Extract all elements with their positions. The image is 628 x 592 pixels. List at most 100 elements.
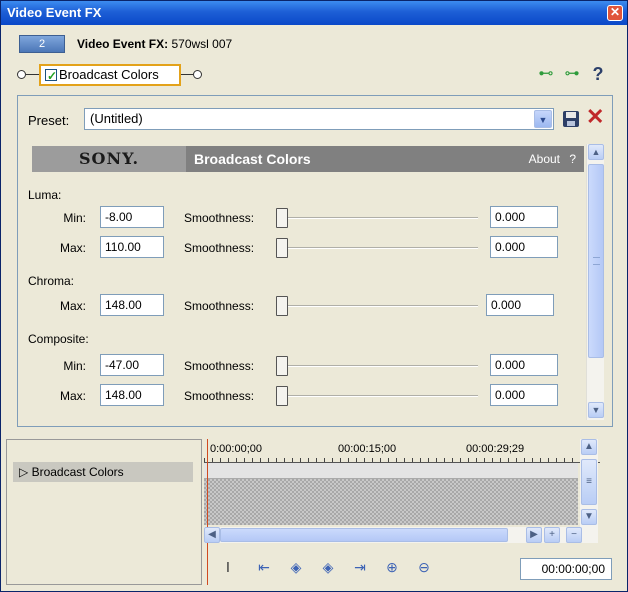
smoothness-slider-track[interactable]	[278, 247, 478, 249]
chain-start-node	[17, 70, 26, 79]
delete-keyframe-icon[interactable]: ⊖	[414, 557, 434, 577]
keyframe-empty-area[interactable]	[204, 479, 578, 525]
fx-header-value: 570wsl 007	[171, 37, 233, 51]
timeline-vertical-scrollbar[interactable]: ▲ ≡ ▼	[580, 439, 598, 527]
event-badge[interactable]: 2	[19, 35, 65, 53]
chroma-max-input[interactable]: 148.00	[100, 294, 164, 316]
plugin-name: Broadcast Colors	[194, 151, 311, 167]
remove-plugin-icon[interactable]: ⊶	[561, 63, 583, 85]
chain-end-node	[193, 70, 202, 79]
fx-header-label: Video Event FX: 570wsl 007	[77, 37, 232, 51]
smoothness-slider-thumb[interactable]	[276, 238, 288, 258]
smoothness-slider-track[interactable]	[278, 217, 478, 219]
plugin-enabled-checkbox[interactable]	[45, 67, 57, 85]
save-preset-icon[interactable]	[562, 110, 580, 128]
add-keyframe-icon[interactable]: ⊕	[382, 557, 402, 577]
group-label-luma: Luma:	[28, 188, 62, 202]
next-keyframe-icon[interactable]: ◈	[318, 557, 338, 577]
param-label: Min:	[63, 211, 86, 225]
group-label-chroma: Chroma:	[28, 274, 75, 288]
chain-plugin-button[interactable]: Broadcast Colors	[39, 64, 181, 86]
param-label: Max:	[59, 241, 86, 255]
scroll-thumb[interactable]	[588, 164, 604, 358]
timeline-ruler[interactable]: 0:00:00;00 00:00:15;00 00:00:29;29	[204, 439, 600, 463]
smoothness-label: Smoothness:	[184, 299, 255, 313]
title-bar[interactable]: Video Event FX ✕	[1, 1, 627, 25]
keyframe-timeline: ▷ Broadcast Colors 0:00:00;00 00:00:15;0…	[6, 439, 618, 587]
timeline-area: 0:00:00;00 00:00:15;00 00:00:29;29 ▲ ≡ ▼…	[204, 439, 600, 585]
preset-dropdown[interactable]: (Untitled) ▼	[84, 108, 554, 130]
prev-keyframe-icon[interactable]: ◈	[286, 557, 306, 577]
param-row-luma-min: Min: -8.00 Smoothness: 0.000	[32, 206, 582, 230]
smoothness-slider-thumb[interactable]	[276, 386, 288, 406]
smoothness-slider-track[interactable]	[278, 365, 478, 367]
zoom-out-icon[interactable]: −	[566, 527, 582, 543]
broadcast-colors-plugin: SONY. Broadcast Colors About ? Luma: Min…	[28, 144, 604, 420]
luma-min-input[interactable]: -8.00	[100, 206, 164, 228]
ruler-label: 00:00:29;29	[466, 443, 525, 455]
track-item-broadcast-colors[interactable]: ▷ Broadcast Colors	[13, 462, 193, 482]
plugin-banner: SONY. Broadcast Colors About ?	[32, 146, 584, 172]
composite-min-input[interactable]: -47.00	[100, 354, 164, 376]
sony-logo: SONY.	[32, 146, 186, 172]
smoothness-slider-thumb[interactable]	[276, 296, 288, 316]
fx-header-title: Video Event FX:	[77, 37, 169, 51]
help-icon[interactable]: ?	[587, 63, 609, 85]
scroll-thumb[interactable]: ≡	[581, 459, 597, 505]
close-icon[interactable]: ✕	[607, 5, 623, 21]
preset-value: (Untitled)	[90, 111, 143, 126]
zoom-in-icon[interactable]: +	[544, 527, 560, 543]
scroll-up-icon[interactable]: ▲	[581, 439, 597, 455]
expand-triangle-icon[interactable]: ▷	[19, 465, 28, 479]
chroma-max-smoothness-input[interactable]: 0.000	[486, 294, 554, 316]
param-row-composite-min: Min: -47.00 Smoothness: 0.000	[32, 354, 582, 378]
last-keyframe-icon[interactable]: ⇥	[350, 557, 370, 577]
lock-envelopes-icon[interactable]: Ⅰ	[218, 557, 238, 577]
scroll-down-icon[interactable]: ▼	[581, 509, 597, 525]
param-label: Max:	[59, 299, 86, 313]
smoothness-slider-track[interactable]	[278, 305, 478, 307]
chain-line-right	[181, 74, 193, 75]
param-label: Max:	[59, 389, 86, 403]
composite-min-smoothness-input[interactable]: 0.000	[490, 354, 558, 376]
scroll-left-icon[interactable]: ◀	[204, 527, 220, 543]
scroll-right-icon[interactable]: ▶	[526, 527, 542, 543]
timeline-horizontal-scrollbar[interactable]: ◀ ▶ + −	[204, 527, 598, 543]
timecode-display[interactable]: 00:00:00;00	[520, 558, 612, 580]
luma-max-input[interactable]: 110.00	[100, 236, 164, 258]
about-link[interactable]: About	[529, 152, 560, 166]
smoothness-label: Smoothness:	[184, 389, 255, 403]
video-event-fx-window: Video Event FX ✕ 2 Video Event FX: 570ws…	[0, 0, 628, 592]
chevron-down-icon[interactable]: ▼	[534, 110, 552, 128]
smoothness-slider-thumb[interactable]	[276, 356, 288, 376]
luma-min-smoothness-input[interactable]: 0.000	[490, 206, 558, 228]
group-label-composite: Composite:	[28, 332, 89, 346]
fx-header: 2 Video Event FX: 570wsl 007	[19, 35, 619, 55]
keyframe-transport: Ⅰ ⇤ ◈ ◈ ⇥ ⊕ ⊖ 00:00:00;00	[204, 553, 618, 583]
param-label: Min:	[63, 359, 86, 373]
plugin-vertical-scrollbar[interactable]: ▲ ▼	[586, 144, 604, 420]
plugin-chain-icon[interactable]: ⊷	[535, 63, 557, 85]
smoothness-slider-thumb[interactable]	[276, 208, 288, 228]
smoothness-slider-track[interactable]	[278, 395, 478, 397]
scroll-up-icon[interactable]: ▲	[588, 144, 604, 160]
luma-max-smoothness-input[interactable]: 0.000	[490, 236, 558, 258]
scroll-thumb[interactable]	[220, 528, 508, 542]
composite-max-input[interactable]: 148.00	[100, 384, 164, 406]
scroll-grip	[593, 257, 600, 265]
scroll-down-icon[interactable]: ▼	[588, 402, 604, 418]
chain-plugin-label: Broadcast Colors	[59, 67, 159, 82]
chain-toolbar: ⊷ ⊶ ?	[533, 63, 613, 85]
delete-preset-icon[interactable]: ✕	[586, 105, 604, 129]
smoothness-label: Smoothness:	[184, 241, 255, 255]
first-keyframe-icon[interactable]: ⇤	[254, 557, 274, 577]
chain-line-left	[26, 74, 39, 75]
ruler-label: 0:00:00;00	[210, 443, 262, 455]
preset-label: Preset:	[28, 113, 70, 128]
param-row-composite-max: Max: 148.00 Smoothness: 0.000	[32, 384, 582, 408]
preset-row: Preset: (Untitled) ▼ ✕	[26, 105, 604, 132]
track-list: ▷ Broadcast Colors	[6, 439, 202, 585]
composite-max-smoothness-input[interactable]: 0.000	[490, 384, 558, 406]
about-help-icon[interactable]: ?	[569, 152, 576, 166]
keyframe-lane[interactable]	[204, 463, 578, 479]
